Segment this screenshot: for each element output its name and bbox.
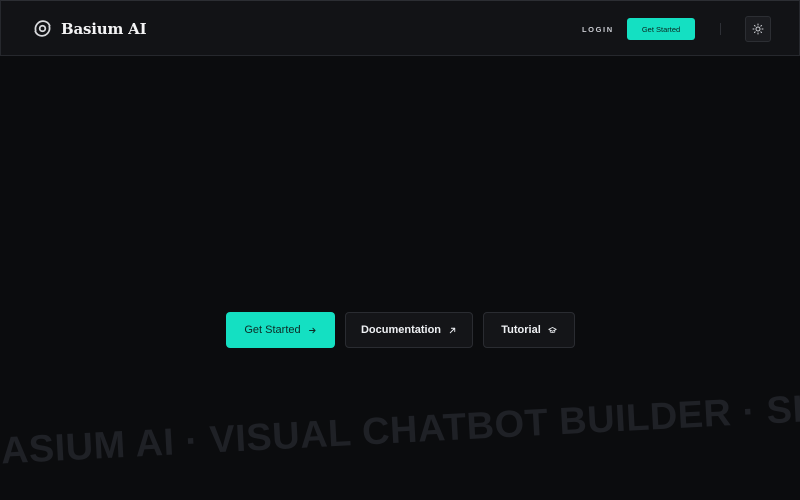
arrow-up-right-icon: [448, 326, 457, 335]
brand-name: Basium AI: [61, 19, 147, 38]
arrow-right-icon: [308, 326, 317, 335]
documentation-button[interactable]: Documentation: [345, 312, 473, 348]
get-started-label: Get Started: [244, 324, 301, 336]
site-header: Basium AI LOGIN Get Started: [0, 0, 800, 56]
brand[interactable]: Basium AI: [32, 18, 147, 39]
get-started-button[interactable]: Get Started: [226, 312, 335, 348]
tutorial-label: Tutorial: [501, 324, 541, 336]
header-divider: [720, 23, 721, 35]
basium-logo-icon: [34, 20, 51, 37]
documentation-label: Documentation: [360, 324, 442, 336]
tutorial-button[interactable]: Tutorial: [483, 312, 575, 348]
theme-toggle-button[interactable]: [745, 16, 771, 42]
marquee-text: BASIUM AI · VISUAL CHATBOT BUILDER · SHI…: [0, 381, 800, 474]
header-get-started-label: Get Started: [641, 24, 681, 34]
sun-icon: [752, 23, 764, 35]
login-link[interactable]: LOGIN: [582, 25, 614, 34]
graduation-cap-icon: [548, 326, 557, 335]
header-get-started-button[interactable]: Get Started: [627, 18, 695, 40]
landing-page: Basium AI LOGIN Get Started Get Started …: [0, 0, 800, 500]
